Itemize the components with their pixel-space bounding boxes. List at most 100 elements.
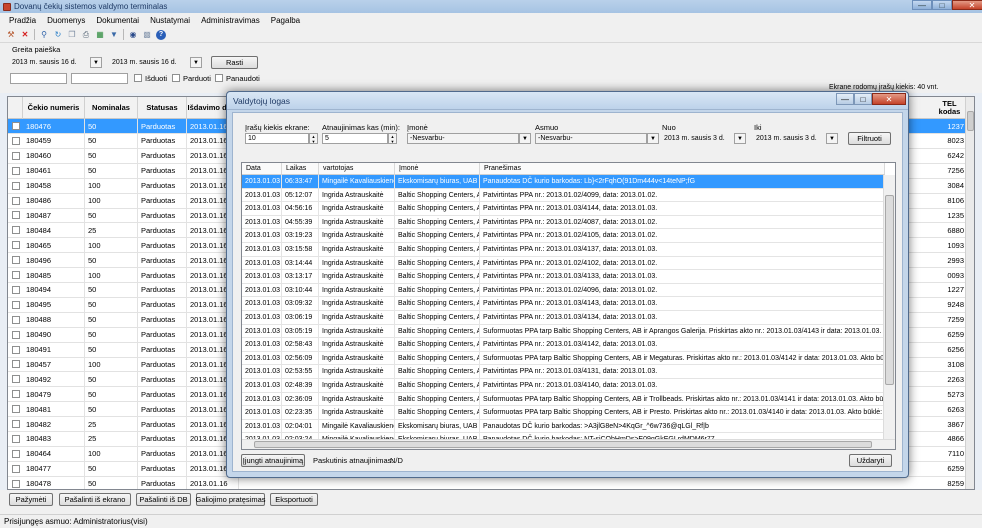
chevron-down-icon[interactable]: ▼ [190, 57, 202, 68]
remove-from-screen-button[interactable]: Pašalinti iš ekrano [59, 493, 131, 506]
extend-validity-button[interactable]: Galiojimo pratęsimas [195, 493, 266, 506]
refresh-interval-input[interactable]: 5 [322, 133, 388, 144]
row-checkbox[interactable] [12, 479, 20, 488]
row-checkbox[interactable] [12, 390, 20, 399]
log-row[interactable]: 2013.01.03 03:05:19 Ingrida Astrauskaitė Ba… [242, 324, 884, 339]
tool-icon[interactable]: ⚒ [6, 30, 16, 40]
refresh-interval-stepper[interactable]: ▲ ▼ [388, 133, 397, 144]
row-checkbox[interactable] [12, 136, 20, 145]
box-icon[interactable]: ▩ [142, 30, 152, 40]
minimize-icon[interactable]: — [836, 93, 854, 105]
header-statusas[interactable]: Statusas [138, 97, 187, 119]
log-row[interactable]: 2013.01.03 03:15:58 Ingrida Astrauskaitė Ba… [242, 243, 884, 257]
log-row[interactable]: 2013.01.03 02:48:39 Ingrida Astrauskaitė Ba… [242, 379, 884, 393]
log-row[interactable]: 2013.01.03 03:14:44 Ingrida Astrauskaitė Ba… [242, 256, 884, 271]
row-checkbox[interactable] [12, 449, 20, 458]
records-count-input[interactable]: 10 [245, 133, 309, 144]
date-to-picker[interactable]: 2013 m. sausis 3 d. [754, 133, 824, 144]
menu-dokumentai[interactable]: Dokumentai [96, 16, 139, 25]
log-row[interactable]: 2013.01.03 05:12:07 Ingrida Astrauskaitė Ba… [242, 188, 884, 203]
row-checkbox[interactable] [12, 256, 20, 265]
maximize-icon[interactable]: □ [932, 0, 952, 10]
row-checkbox[interactable] [12, 300, 20, 309]
row-checkbox[interactable] [12, 196, 20, 205]
select-button[interactable]: Pažymėti [9, 493, 53, 506]
row-checkbox[interactable] [12, 271, 20, 279]
header-nominalas[interactable]: Nominalas [85, 97, 138, 119]
help-icon[interactable]: ? [156, 29, 166, 40]
refresh-icon[interactable]: ↻ [53, 30, 63, 40]
row-checkbox[interactable] [12, 211, 20, 220]
header-vartotojas[interactable]: vartotojas [319, 163, 395, 175]
menu-duomenys[interactable]: Duomenys [47, 16, 85, 25]
checkbox-parduoti[interactable] [172, 74, 180, 82]
row-checkbox[interactable] [12, 166, 20, 175]
filter-icon[interactable]: ▼ [109, 30, 119, 40]
row-checkbox[interactable] [12, 405, 20, 414]
log-row[interactable]: 2013.01.03 04:55:39 Ingrida Astrauskaitė Ba… [242, 215, 884, 230]
header-cekio-numeris[interactable]: Čekio numeris [23, 97, 85, 119]
date-from-picker[interactable]: 2013 m. sausis 16 d. [10, 57, 88, 68]
row-checkbox[interactable] [12, 420, 20, 428]
close-icon[interactable]: ✕ [872, 93, 906, 105]
scrollbar-thumb[interactable] [885, 195, 894, 385]
company-select[interactable]: -Nesvarbu- [407, 133, 519, 144]
records-count-stepper[interactable]: ▲ ▼ [309, 133, 318, 144]
row-checkbox[interactable] [12, 181, 20, 190]
search-button[interactable]: Rasti [211, 56, 258, 69]
maximize-icon[interactable]: □ [854, 93, 872, 105]
date-from-picker[interactable]: 2013 m. sausis 3 d. [662, 133, 732, 144]
print-icon[interactable]: ⎙ [81, 30, 91, 40]
header-data[interactable]: Data [242, 163, 282, 175]
delete-icon[interactable]: ✕ [20, 30, 30, 40]
remove-from-db-button[interactable]: Pašalinti iš DB [136, 493, 191, 506]
main-grid-scrollbar[interactable] [965, 97, 974, 489]
date-to-picker[interactable]: 2013 m. sausis 16 d. [110, 57, 188, 68]
checkbox-isduoti[interactable] [134, 74, 142, 82]
row-checkbox[interactable] [12, 315, 20, 324]
row-checkbox[interactable] [12, 151, 20, 160]
row-checkbox[interactable] [12, 330, 20, 339]
log-grid-hscrollbar[interactable] [242, 439, 895, 449]
row-checkbox[interactable] [12, 434, 20, 443]
row-checkbox[interactable] [12, 375, 20, 384]
close-button[interactable]: Uždaryti [849, 454, 892, 467]
search-icon[interactable]: ⚲ [39, 30, 49, 40]
log-row[interactable]: 2013.01.03 02:36:09 Ingrida Astrauskaitė Ba… [242, 392, 884, 407]
row-checkbox[interactable] [12, 285, 20, 294]
log-grid-vscrollbar[interactable] [883, 175, 895, 441]
person-select[interactable]: -Nesvarbu- [535, 133, 647, 144]
log-row[interactable]: 2013.01.03 03:10:44 Ingrida Astrauskaitė Ba… [242, 283, 884, 298]
filter-button[interactable]: Filtruoti [848, 132, 891, 145]
table-row[interactable]: 180478 50 Parduotas 2013.01.16 8259 [8, 476, 974, 489]
checkbox-panaudoti[interactable] [215, 74, 223, 82]
log-row[interactable]: 2013.01.03 06:33:47 Mingailė Kavaliauskien… [242, 175, 884, 189]
log-row[interactable]: 2013.01.03 03:06:19 Ingrida Astrauskaitė Ba… [242, 311, 884, 325]
arrow-down-icon[interactable]: ▼ [391, 139, 395, 144]
log-row[interactable]: 2013.01.03 03:09:32 Ingrida Astrauskaitė Ba… [242, 297, 884, 311]
header-tel-kodas[interactable]: TEL kodas [933, 97, 967, 119]
scrollbar-thumb[interactable] [967, 111, 974, 131]
log-row[interactable]: 2013.01.03 02:04:01 Mingailė Kavaliauskien… [242, 419, 884, 434]
header-pranesimas[interactable]: Pranešimas [480, 163, 885, 175]
row-checkbox[interactable] [12, 226, 20, 235]
header-imone[interactable]: Įmonė [395, 163, 480, 175]
row-checkbox[interactable] [12, 360, 20, 369]
log-row[interactable]: 2013.01.03 02:56:09 Ingrida Astrauskaitė Ba… [242, 351, 884, 366]
row-checkbox[interactable] [12, 345, 20, 354]
log-row[interactable]: 2013.01.03 02:53:55 Ingrida Astrauskaitė Ba… [242, 365, 884, 379]
header-laikas[interactable]: Laikas [282, 163, 319, 175]
menu-nustatymai[interactable]: Nustatymai [150, 16, 190, 25]
close-icon[interactable]: ✕ [952, 0, 982, 10]
row-checkbox[interactable] [12, 464, 20, 473]
log-row[interactable]: 2013.01.03 02:23:35 Ingrida Astrauskaitė Ba… [242, 406, 884, 420]
arrow-down-icon[interactable]: ▼ [312, 139, 316, 144]
log-row[interactable]: 2013.01.03 03:13:17 Ingrida Astrauskaitė Ba… [242, 270, 884, 284]
chevron-down-icon[interactable]: ▼ [647, 133, 659, 144]
menu-pradzia[interactable]: Pradžia [9, 16, 36, 25]
minimize-icon[interactable]: — [912, 0, 932, 10]
log-row[interactable]: 2013.01.03 03:19:23 Ingrida Astrauskaitė Ba… [242, 229, 884, 243]
log-row[interactable]: 2013.01.03 02:58:43 Ingrida Astrauskaitė Ba… [242, 338, 884, 352]
search-input-1[interactable] [10, 73, 67, 84]
export-button[interactable]: Eksportuoti [270, 493, 318, 506]
